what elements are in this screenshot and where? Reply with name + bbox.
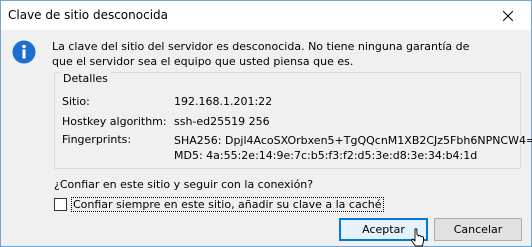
close-icon (503, 10, 513, 21)
window-title: Clave de sitio desconocida (8, 8, 169, 22)
always-trust-label[interactable]: Confiar siempre en este sitio, añadir su… (71, 197, 384, 212)
message-line-2: que el servidor sea el equipo que usted … (52, 55, 354, 68)
details-group: Detalles Sitio: 192.168.1.201:22 Hostkey… (54, 72, 532, 169)
cancel-button[interactable]: Cancelar (434, 218, 522, 241)
warning-message: La clave del sitio del servidor es desco… (52, 39, 522, 69)
info-icon (12, 40, 36, 64)
accept-button[interactable]: Aceptar (339, 218, 428, 241)
details-legend: Detalles (61, 72, 110, 85)
site-label: Sitio: (62, 95, 90, 108)
fingerprints-row: Fingerprints: SHA256: Dpjl4AcoSXOrbxen5+… (62, 133, 532, 162)
close-button[interactable] (485, 1, 531, 30)
site-row: Sitio: 192.168.1.201:22 (62, 95, 272, 108)
fingerprint-md5: MD5: 4a:55:2e:14:9e:7c:b5:f3:f2:d5:3e:d8… (174, 149, 478, 162)
dialog-content: La clave del sitio del servidor es desco… (1, 30, 532, 247)
title-bar[interactable]: Clave de sitio desconocida (1, 1, 531, 30)
always-trust-checkbox[interactable] (54, 198, 67, 211)
fingerprint-sha256: SHA256: Dpjl4AcoSXOrbxen5+TgQQcnM1XB2CJz… (174, 134, 532, 147)
message-line-1: La clave del sitio del servidor es desco… (52, 40, 470, 53)
hostkey-label: Hostkey algorithm: (62, 115, 167, 128)
fingerprints-values: SHA256: Dpjl4AcoSXOrbxen5+TgQQcnM1XB2CJz… (174, 133, 532, 163)
hostkey-value: ssh-ed25519 256 (174, 115, 270, 128)
always-trust-option[interactable]: Confiar siempre en este sitio, añadir su… (54, 197, 384, 212)
dialog-window: Clave de sitio desconocida La clave del … (0, 0, 532, 247)
fingerprints-label: Fingerprints: (62, 133, 132, 146)
hostkey-row: Hostkey algorithm: ssh-ed25519 256 (62, 115, 270, 128)
trust-question: ¿Confiar en este sitio y seguir con la c… (54, 178, 314, 191)
site-value: 192.168.1.201:22 (174, 95, 273, 108)
